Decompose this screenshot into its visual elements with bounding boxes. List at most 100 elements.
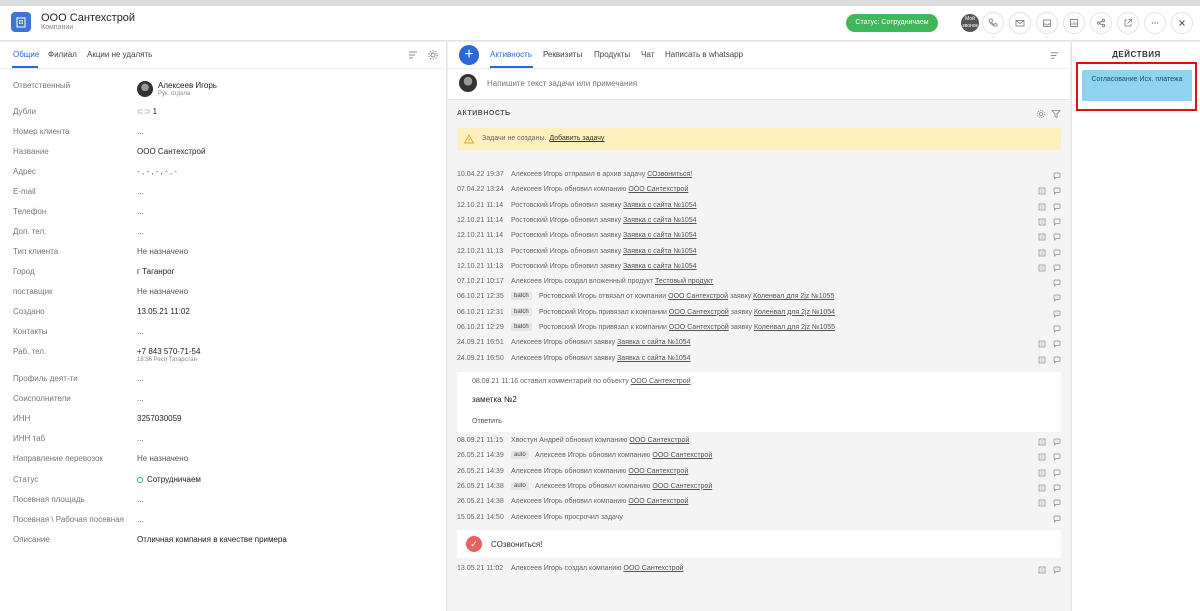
comment-icon[interactable] (1053, 515, 1061, 523)
comment-icon[interactable] (1053, 499, 1061, 508)
log-object-link[interactable]: ООО Сантехстрой (628, 468, 688, 475)
add-task-link[interactable]: Добавить задачу (549, 135, 604, 142)
check-icon[interactable]: ✓ (466, 536, 482, 552)
status-value[interactable]: Сотрудничаем (137, 475, 201, 484)
log-object-link[interactable]: Заявка с сайта №1054 (623, 248, 696, 255)
tab-general[interactable]: Общие (13, 50, 39, 59)
field-value[interactable]: ... (137, 327, 144, 336)
chart-icon[interactable] (1063, 12, 1085, 34)
comment-icon[interactable] (1053, 438, 1061, 447)
comment-icon[interactable] (1053, 249, 1061, 257)
note-icon[interactable] (1038, 249, 1046, 257)
filter-icon[interactable] (1051, 109, 1061, 119)
comment-icon[interactable] (1053, 310, 1061, 318)
field-value[interactable]: ... (137, 495, 144, 504)
log-object-link[interactable]: Заявка с сайта №1054 (623, 232, 696, 239)
note-icon[interactable] (1038, 340, 1046, 348)
note-icon[interactable] (1038, 566, 1046, 574)
log-object-link[interactable]: СОзвониться! (647, 171, 692, 178)
log-object-link[interactable]: Заявка с сайта №1054 (617, 339, 690, 346)
field-value[interactable]: г Таганрог (137, 267, 175, 276)
comment-icon[interactable] (1053, 356, 1061, 364)
field-value[interactable]: ... (137, 207, 144, 216)
note-icon[interactable] (1038, 203, 1046, 211)
comment-icon[interactable] (1053, 484, 1061, 492)
log-object-link[interactable]: Тестовый продукт (655, 278, 713, 285)
note-icon[interactable] (1038, 264, 1046, 272)
log-object-link-2[interactable]: Коленвал для 2jz №1055 (753, 293, 834, 300)
log-object-link[interactable]: ООО Сантехстрой (668, 293, 728, 300)
field-value[interactable]: ... (137, 394, 144, 403)
reply-button[interactable]: Ответить (472, 418, 502, 425)
comment-icon[interactable] (1053, 294, 1061, 303)
gear-icon[interactable] (1036, 109, 1046, 119)
field-value[interactable]: ООО Сантехстрой (137, 147, 205, 156)
note-icon[interactable] (1038, 438, 1046, 446)
tab-promotions[interactable]: Акции не удалять (87, 50, 152, 59)
comment-icon[interactable] (1053, 187, 1061, 196)
note-icon[interactable] (1038, 233, 1046, 241)
field-value[interactable]: Не назначено (137, 247, 188, 256)
open-external-icon[interactable] (1117, 12, 1139, 34)
log-object-link[interactable]: Заявка с сайта №1054 (617, 355, 690, 362)
log-object-link[interactable]: ООО Сантехстрой (669, 309, 729, 316)
comment-icon[interactable] (1053, 279, 1061, 288)
log-object-link[interactable]: ООО Сантехстрой (624, 565, 684, 572)
comment-icon[interactable] (1053, 340, 1061, 349)
sort-icon[interactable] (1049, 50, 1060, 61)
log-object-link[interactable]: Заявка с сайта №1054 (623, 202, 696, 209)
comment-icon[interactable] (1053, 469, 1061, 477)
phone-icon[interactable] (982, 12, 1004, 34)
field-value[interactable]: ... (137, 374, 144, 383)
field-value[interactable]: ... (137, 434, 144, 443)
comment-icon[interactable] (1053, 218, 1061, 226)
field-value[interactable]: Не назначено (137, 287, 188, 296)
comment-icon[interactable] (1053, 203, 1061, 211)
log-object-link-2[interactable]: Коленвал для 2jz №1055 (754, 324, 835, 331)
log-object-link[interactable]: ООО Сантехстрой (628, 498, 688, 505)
note-icon[interactable] (1038, 499, 1046, 507)
note-icon[interactable] (1038, 484, 1046, 492)
approve-payment-button[interactable]: Согласование Исх. платежа (1082, 70, 1192, 101)
note-icon[interactable] (1038, 356, 1046, 364)
field-value[interactable]: Отличная компания в качестве примера (137, 535, 287, 544)
field-value[interactable]: Не назначено (137, 454, 188, 463)
field-value[interactable]: ... (137, 515, 144, 524)
close-icon[interactable] (1171, 12, 1193, 34)
field-value[interactable]: 3257030059 (137, 414, 182, 423)
mail-icon[interactable] (1009, 12, 1031, 34)
tab-requisites[interactable]: Реквизиты (543, 50, 582, 59)
field-value[interactable]: ... (137, 127, 144, 136)
note-icon[interactable] (1038, 469, 1046, 477)
log-object-link[interactable]: ООО Сантехстрой (629, 437, 689, 444)
add-button[interactable]: + (459, 45, 479, 65)
tab-whatsapp[interactable]: Написать в whatsapp (665, 50, 743, 59)
call-avatar[interactable]: Мой звонок (961, 14, 979, 32)
log-object-link[interactable]: ООО Сантехстрой (652, 483, 712, 490)
task-title[interactable]: СОзвониться! (491, 540, 542, 549)
task-note-input[interactable] (487, 79, 1047, 88)
comment-icon[interactable] (1053, 264, 1061, 272)
note-icon[interactable] (1038, 187, 1046, 195)
duplicates-value[interactable]: ⊂⊃ 1 (137, 107, 157, 116)
status-button[interactable]: Статус: Сотрудничаем (846, 14, 938, 32)
tab-products[interactable]: Продукты (594, 50, 630, 59)
note-icon[interactable] (1038, 218, 1046, 226)
tab-branch[interactable]: Филиал (48, 50, 77, 59)
gear-icon[interactable] (427, 49, 439, 61)
field-value[interactable]: - , - , - , - , - (137, 167, 177, 176)
note-icon[interactable] (1038, 453, 1046, 461)
log-object-link[interactable]: Заявка с сайта №1054 (623, 217, 696, 224)
log-object-link-2[interactable]: Коленвал для 2jz №1054 (754, 309, 835, 316)
log-object-link[interactable]: ООО Сантехстрой (628, 186, 688, 193)
tab-activity[interactable]: Активность (490, 50, 532, 59)
field-value[interactable]: ... (137, 187, 144, 196)
comment-icon[interactable] (1053, 233, 1061, 242)
inbox-icon[interactable] (1036, 12, 1058, 34)
log-object-link[interactable]: Заявка с сайта №1054 (623, 263, 696, 270)
more-icon[interactable] (1144, 12, 1166, 34)
comment-icon[interactable] (1053, 172, 1061, 181)
responsible-name[interactable]: Алексеев Игорь (158, 81, 217, 90)
responsible-avatar[interactable] (137, 81, 153, 97)
comment-icon[interactable] (1053, 325, 1061, 334)
